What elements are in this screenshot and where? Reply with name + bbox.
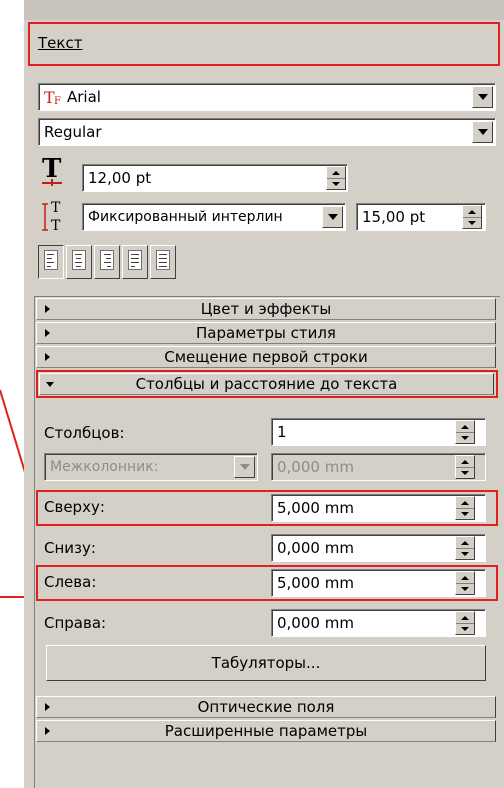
collapsed-arrow-icon	[45, 703, 50, 711]
arrow-down-icon	[461, 551, 469, 556]
columns-input[interactable]: 1	[271, 418, 486, 446]
left-label: Слева:	[44, 573, 97, 591]
tabs-button[interactable]: Табуляторы...	[46, 645, 486, 681]
align-right-button[interactable]	[94, 245, 120, 279]
arrow-up-icon	[461, 540, 469, 545]
svg-text:T: T	[51, 218, 61, 234]
align-center-button[interactable]	[66, 245, 92, 279]
font-family-dropdown-button[interactable]	[472, 86, 493, 108]
justify-all-icon	[156, 250, 170, 270]
bottom-input[interactable]: 0,000 mm	[271, 534, 486, 562]
right-input[interactable]: 0,000 mm	[271, 609, 486, 637]
arrow-down-icon	[461, 470, 469, 475]
left-input[interactable]: 5,000 mm	[271, 569, 486, 597]
panel-top-strip	[24, 0, 504, 20]
font-style-select[interactable]: Regular	[38, 118, 496, 146]
right-spinner[interactable]	[455, 611, 475, 635]
section-style-params[interactable]: Параметры стиля	[36, 322, 496, 344]
chevron-down-icon	[239, 464, 250, 470]
columns-spinner[interactable]	[455, 420, 475, 444]
justify-icon	[128, 250, 142, 270]
align-right-icon	[100, 250, 114, 270]
arrow-up-icon	[332, 170, 340, 175]
font-type-icon: T F	[44, 88, 61, 106]
chevron-down-icon	[327, 214, 338, 220]
right-label: Справа:	[44, 614, 107, 632]
columns-label: Столбцов:	[44, 424, 125, 442]
gutter-input: 0,000 mm	[271, 453, 486, 481]
arrow-down-icon	[461, 626, 469, 631]
gutter-spinner	[455, 455, 475, 479]
arrow-up-icon	[461, 500, 469, 505]
collapsed-arrow-icon	[45, 727, 50, 735]
svg-text:F: F	[54, 96, 61, 106]
top-spinner[interactable]	[455, 496, 475, 520]
arrow-up-icon	[461, 424, 469, 429]
align-center-icon	[72, 250, 86, 270]
leading-mode-dropdown-button[interactable]	[322, 206, 343, 228]
collapsed-arrow-icon	[45, 305, 50, 313]
chevron-down-icon	[477, 129, 488, 135]
gutter-dropdown-button	[234, 456, 255, 478]
top-input[interactable]: 5,000 mm	[271, 494, 486, 522]
bottom-spinner[interactable]	[455, 536, 475, 560]
arrow-down-icon	[461, 435, 469, 440]
arrow-up-icon	[468, 209, 476, 214]
font-size-spinner[interactable]	[326, 166, 346, 190]
section-color-effects[interactable]: Цвет и эффекты	[36, 298, 496, 320]
arrow-up-icon	[461, 459, 469, 464]
bottom-label: Снизу:	[44, 539, 96, 557]
top-label: Сверху:	[44, 498, 105, 516]
justify-all-button[interactable]	[150, 245, 176, 279]
arrow-up-icon	[461, 575, 469, 580]
font-size-icon: T	[42, 154, 62, 186]
chevron-down-icon	[477, 94, 488, 100]
left-spinner[interactable]	[455, 571, 475, 595]
expanded-arrow-icon	[46, 382, 54, 387]
font-size-input[interactable]: 12,00 pt	[82, 164, 348, 192]
leading-value-spinner[interactable]	[462, 205, 482, 229]
section-advanced[interactable]: Расширенные параметры	[36, 720, 496, 742]
section-first-line-indent[interactable]: Смещение первой строки	[36, 346, 496, 368]
panel-title-bar[interactable]: Текст	[28, 22, 500, 66]
font-style-dropdown-button[interactable]	[472, 121, 493, 143]
align-left-icon	[44, 250, 58, 270]
svg-text:T: T	[51, 200, 61, 216]
panel-title: Текст	[38, 34, 83, 52]
arrow-up-icon	[461, 615, 469, 620]
collapsed-arrow-icon	[45, 329, 50, 337]
arrow-down-icon	[468, 220, 476, 225]
justify-button[interactable]	[122, 245, 148, 279]
arrow-down-icon	[461, 511, 469, 516]
leading-mode-select[interactable]: Фиксированный интерлин	[82, 203, 346, 231]
collapsed-arrow-icon	[45, 353, 50, 361]
arrow-down-icon	[461, 586, 469, 591]
leading-icon: T T	[42, 200, 61, 234]
arrow-down-icon	[332, 181, 340, 186]
gutter-select: Межколонник:	[44, 453, 258, 481]
section-optical-margins[interactable]: Оптические поля	[36, 696, 496, 718]
align-left-button[interactable]	[38, 245, 64, 279]
font-family-select[interactable]: Arial	[38, 83, 496, 111]
section-columns-text-distance[interactable]: Столбцы и расстояние до текста	[39, 373, 494, 395]
